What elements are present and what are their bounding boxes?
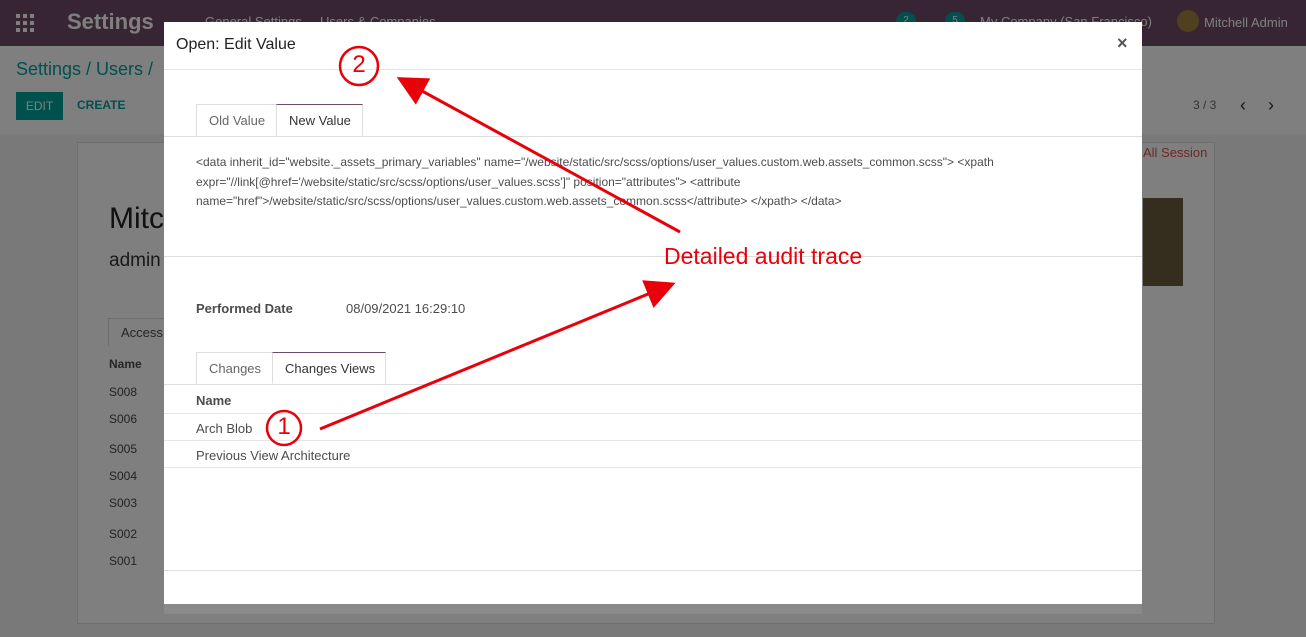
marker-1-number: 1 [277,413,291,440]
marker-2-number: 2 [352,51,366,78]
arrow-to-label [319,280,676,431]
annotation-layer [265,45,681,447]
arrow-to-dialog [396,77,681,234]
annotation-label: Detailed audit trace [664,243,863,269]
